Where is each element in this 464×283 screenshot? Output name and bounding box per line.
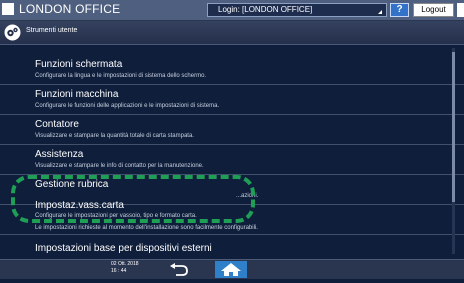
item-title: Funzioni schermata [35,59,123,70]
home-icon [221,263,241,276]
item-title: Contatore [35,119,79,130]
item-desc: Le impostazioni richieste al momento del… [35,225,258,231]
help-button[interactable]: ? [390,3,409,17]
item-title: Funzioni macchina [35,89,119,100]
list-item[interactable]: Impostazioni base per dispositivi estern… [0,235,464,259]
selection-highlight [11,175,255,223]
clock: 02 Ott. 2018 16 : 44 [111,261,139,275]
app-icon [2,3,14,15]
home-button[interactable] [215,261,247,278]
login-field[interactable]: Login: [LONDON OFFICE] [207,3,387,17]
item-title: Impostazioni base per dispositivi estern… [35,243,212,254]
resize-corner-icon [378,10,382,14]
scrollbar-thumb[interactable] [452,52,455,202]
item-desc: Configurare le funzioni delle applicazio… [35,103,220,109]
time-text: 16 : 44 [111,268,127,274]
item-desc: Configurare la lingua e le impostazioni … [35,73,207,79]
login-label: Login: [LONDON OFFICE] [218,5,313,14]
power-button[interactable] [457,3,464,17]
page-title: Strumenti utente [26,27,78,34]
logout-button[interactable]: Logout [413,3,454,17]
back-icon[interactable] [167,262,191,277]
bottom-bar: 02 Ott. 2018 16 : 44 [0,259,464,279]
list-item[interactable]: Funzioni schermata Configurare la lingua… [0,55,464,85]
list-item[interactable]: Assistenza Visualizzare e stampare le in… [0,145,464,175]
page-header: Strumenti utente [0,21,464,45]
item-desc: Visualizzare e stampare la quantità tota… [35,133,194,139]
item-desc: Visualizzare e stampare le info di conta… [35,163,204,169]
settings-list: Funzioni schermata Configurare la lingua… [0,45,464,259]
date-text: 02 Ott. 2018 [111,261,139,267]
office-title: LONDON OFFICE [19,2,121,16]
item-title: Assistenza [35,149,84,160]
list-item[interactable]: Funzioni macchina Configurare le funzion… [0,85,464,115]
top-bar: LONDON OFFICE Login: [LONDON OFFICE] ? L… [0,0,464,21]
list-item[interactable]: Contatore Visualizzare e stampare la qua… [0,115,464,145]
user-tools-icon [4,24,21,41]
